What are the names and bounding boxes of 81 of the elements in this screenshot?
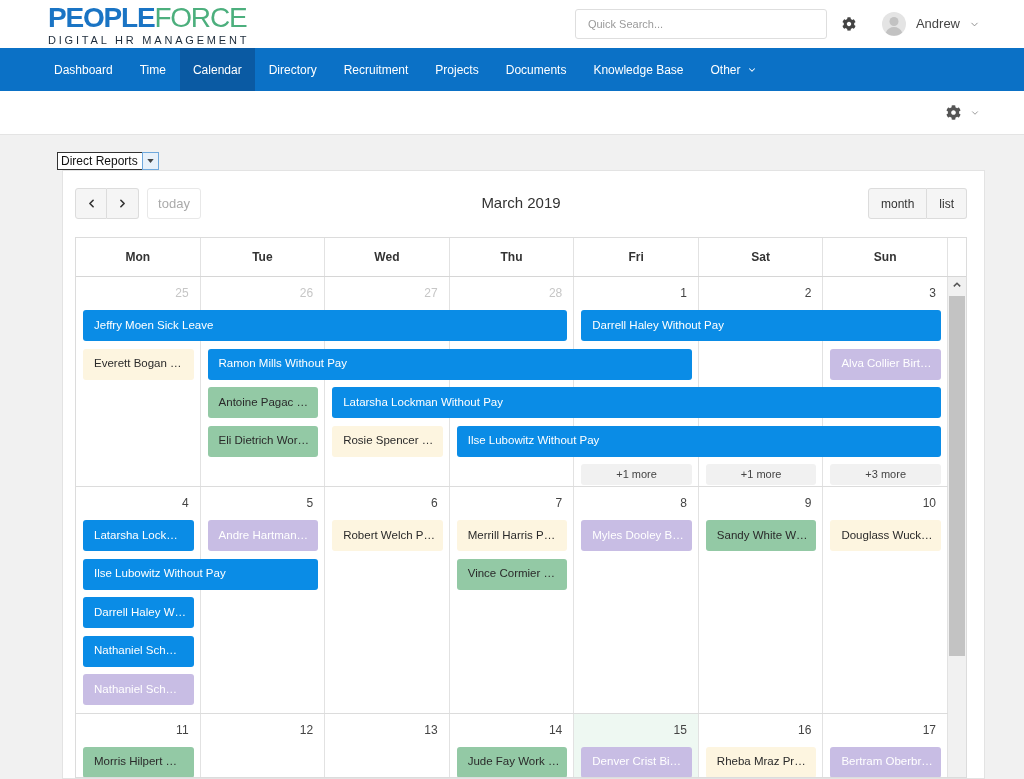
calendar-event[interactable]: Douglass Wuck…	[830, 520, 941, 551]
calendar-event[interactable]: Latarsha Lock…	[83, 520, 194, 551]
previous-button[interactable]	[75, 188, 107, 219]
brand-tagline: DIGITAL HR MANAGEMENT	[48, 33, 250, 47]
calendar-event[interactable]: Ilse Lubowitz Without Pay	[83, 558, 319, 590]
nav-tab[interactable]: Recruitment	[330, 48, 422, 91]
search-field[interactable]: Quick Search...	[574, 9, 827, 39]
day-number: 25	[175, 285, 189, 301]
calendar-event[interactable]: Ramon Mills Without Pay	[207, 348, 692, 380]
settings-icon	[841, 17, 856, 31]
calendar-event[interactable]: Nathaniel Sch…	[83, 635, 194, 667]
nav-tab[interactable]: Other	[697, 48, 770, 91]
calendar-event[interactable]: Jude Fay Work …	[456, 746, 568, 777]
calendar-event[interactable]: Robert Welch P…	[332, 520, 443, 551]
calendar-event[interactable]: Ilse Lubowitz Without Pay	[456, 425, 941, 457]
caret-icon	[142, 152, 159, 170]
nav-tab[interactable]: Directory	[255, 48, 330, 91]
day-number: 2	[804, 285, 812, 301]
nav-tab[interactable]: Dashboard	[41, 48, 126, 91]
day-number: 1	[680, 285, 687, 301]
nav-tab[interactable]: Knowledge Base	[580, 48, 697, 91]
weekday-header: Sat	[698, 238, 824, 276]
nav-tab[interactable]: Time	[126, 48, 179, 91]
calendar-event[interactable]: Sandy White W…	[705, 520, 817, 551]
calendar-event[interactable]: Antoine Pagac …	[207, 387, 319, 418]
calendar-event[interactable]: Rosie Spencer …	[332, 425, 443, 457]
view-button[interactable]: list	[927, 188, 967, 219]
day-number: 26	[299, 285, 314, 301]
filter-select[interactable]: Direct Reports	[57, 152, 159, 170]
day-number: 13	[424, 721, 438, 738]
user-menu-button[interactable]: Andrew	[881, 12, 980, 36]
nav-tab[interactable]: Documents	[492, 48, 580, 91]
month-title: March 2019	[481, 193, 561, 214]
calendar-event[interactable]: Eli Dietrich Wor…	[207, 425, 319, 457]
weekday-header: Wed	[325, 238, 450, 276]
day-number: 28	[548, 285, 563, 301]
calendar-event[interactable]: Latarsha Lockman Without Pay	[332, 387, 941, 418]
day-number: 8	[680, 495, 687, 511]
next-button[interactable]	[107, 188, 139, 219]
more-events-link[interactable]: +1 more	[705, 464, 817, 485]
calendar-event[interactable]: Jeffry Moen Sick Leave	[83, 310, 568, 341]
scrollbar[interactable]	[948, 277, 966, 777]
calendar-event[interactable]: Merrill Harris P…	[456, 520, 568, 551]
brand-name: PEOPLE	[48, 3, 155, 32]
view-button[interactable]: month	[867, 188, 928, 219]
day-number: 3	[929, 285, 936, 301]
brand-name: FORCE	[154, 3, 247, 32]
calendar-event[interactable]: Darrell Haley W…	[83, 597, 194, 628]
page-settings-button[interactable]	[946, 105, 980, 120]
more-events-link[interactable]: +3 more	[830, 464, 941, 485]
day-number: 6	[431, 495, 438, 511]
day-number: 9	[804, 495, 812, 511]
day-number: 15	[673, 721, 687, 738]
avatar-icon	[881, 12, 906, 36]
day-number: 10	[922, 495, 936, 511]
day-number: 16	[798, 721, 812, 738]
day-number: 27	[424, 285, 438, 301]
weekday-header: Sun	[823, 238, 948, 276]
settings-button[interactable]	[840, 16, 857, 32]
day-number: 5	[306, 495, 314, 511]
calendar-event[interactable]: Morris Hilpert …	[83, 746, 194, 777]
weekday-header: Tue	[200, 238, 326, 276]
day-number: 7	[555, 495, 563, 511]
scroll-up-icon	[953, 282, 961, 287]
weekday-header: Thu	[449, 238, 575, 276]
more-events-link[interactable]: +1 more	[581, 464, 692, 485]
day-number: 12	[299, 721, 314, 738]
nav-tab[interactable]: Projects	[422, 48, 492, 91]
calendar-event[interactable]: Vince Cormier …	[456, 558, 568, 590]
weekday-header: Mon	[76, 238, 201, 276]
calendar-event[interactable]: Rheba Mraz Pr…	[705, 746, 817, 777]
settings-icon	[946, 105, 961, 120]
day-number: 4	[181, 495, 189, 511]
day-number: 11	[176, 721, 189, 738]
day-number: 17	[922, 721, 936, 738]
calendar-event[interactable]: Darrell Haley Without Pay	[581, 310, 941, 341]
nav-tab[interactable]: Calendar	[179, 48, 255, 91]
weekday-header: Fri	[574, 238, 699, 276]
scrollbar-thumb[interactable]	[949, 296, 965, 656]
day-number: 14	[548, 721, 563, 738]
calendar-event[interactable]: Everett Bogan …	[83, 348, 194, 380]
